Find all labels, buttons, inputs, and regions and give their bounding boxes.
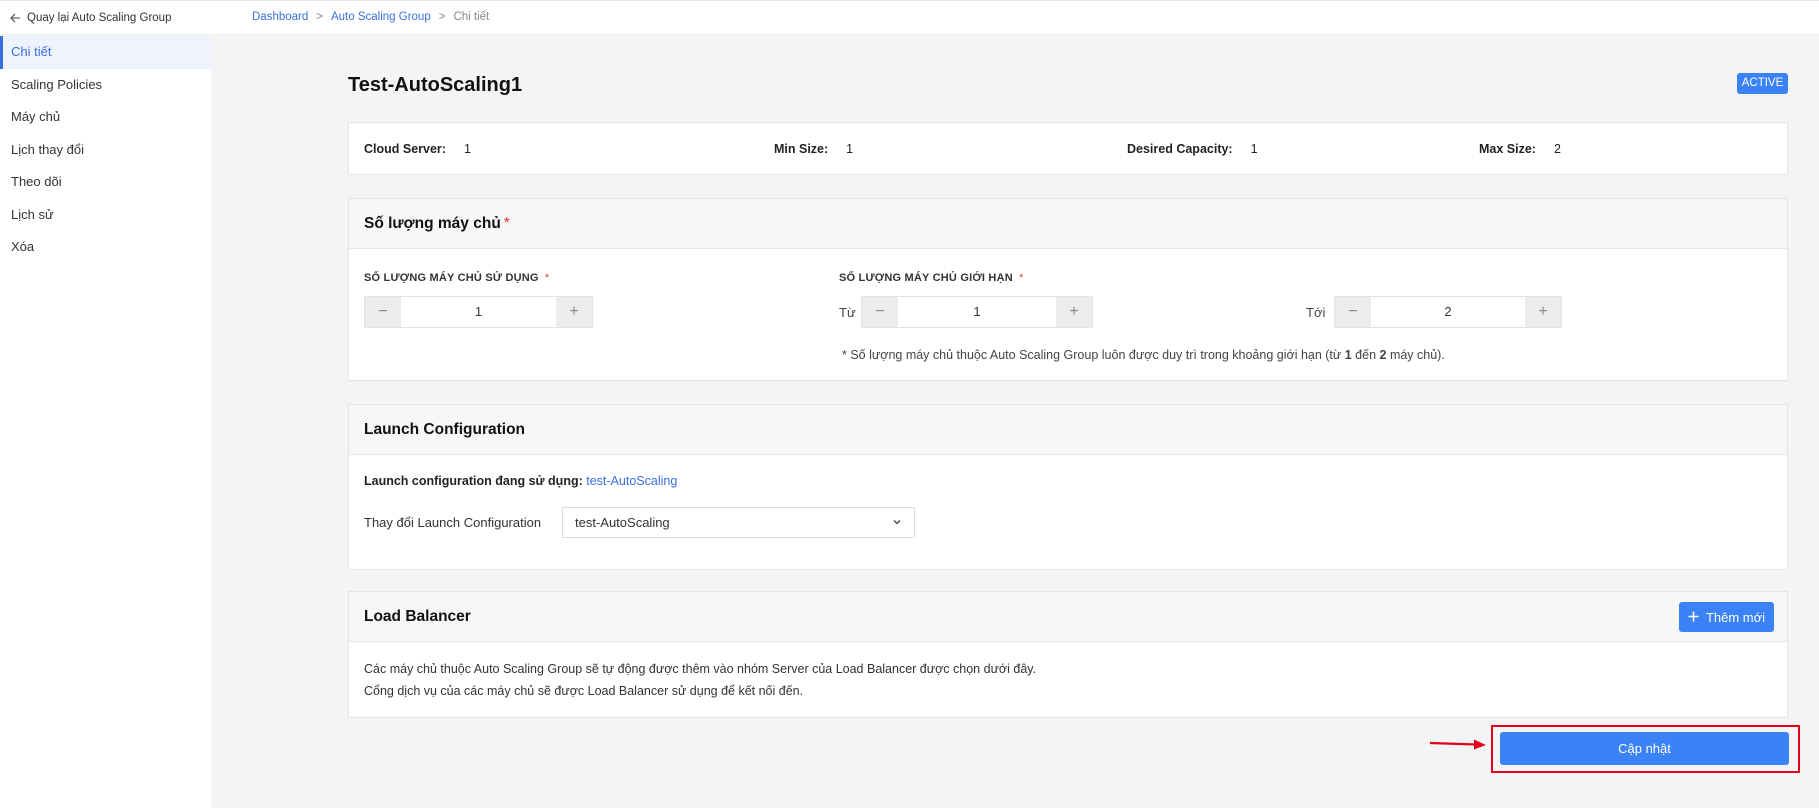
plus-icon: + — [1069, 303, 1079, 320]
plus-icon: + — [569, 303, 579, 320]
back-link[interactable]: Quay lại Auto Scaling Group — [10, 12, 171, 24]
card-title: Load Balancer — [364, 607, 471, 625]
sidebar: Chi tiết Scaling Policies Máy chủ Lịch t… — [0, 36, 211, 808]
sidebar-item-schedule[interactable]: Lịch thay đổi — [0, 134, 211, 167]
current-launch-config-link[interactable]: test-AutoScaling — [586, 474, 677, 488]
in-use-label: SỐ LƯỢNG MÁY CHỦ SỬ DỤNG * — [364, 272, 549, 284]
launch-config-selected: test-AutoScaling — [575, 515, 670, 530]
increment-button[interactable]: + — [1056, 297, 1092, 327]
launch-configuration-card: Launch Configuration Launch configuratio… — [348, 404, 1788, 570]
breadcrumb-current: Chi tiết — [453, 11, 490, 23]
decrement-button[interactable]: − — [862, 297, 898, 327]
stat-desired-capacity: Desired Capacity: 1 — [1127, 142, 1258, 156]
current-launch-config: Launch configuration đang sử dụng: test-… — [364, 474, 677, 488]
arrow-left-icon — [10, 13, 20, 23]
card-header: Số lượng máy chủ * — [349, 199, 1787, 249]
card-header: Launch Configuration — [349, 405, 1787, 455]
breadcrumb: Dashboard > Auto Scaling Group > Chi tiế… — [252, 11, 489, 23]
note-text: máy chủ). — [1386, 348, 1445, 362]
top-bar: Quay lại Auto Scaling Group Dashboard > … — [0, 0, 1819, 35]
from-label: Từ — [839, 305, 856, 320]
add-button-label: Thêm mới — [1705, 609, 1766, 625]
breadcrumb-separator: > — [438, 11, 446, 23]
stat-max-size: Max Size: 2 — [1479, 142, 1561, 156]
in-use-label-text: SỐ LƯỢNG MÁY CHỦ SỬ DỤNG — [364, 272, 539, 284]
card-title: Launch Configuration — [364, 420, 526, 438]
in-use-stepper: − 1 + — [364, 296, 593, 328]
breadcrumb-auto-scaling-group[interactable]: Auto Scaling Group — [331, 11, 431, 23]
launch-config-select[interactable]: test-AutoScaling — [562, 507, 915, 538]
decrement-button[interactable]: − — [1335, 297, 1371, 327]
red-arrow-icon — [1429, 739, 1486, 750]
increment-button[interactable]: + — [1525, 297, 1561, 327]
breadcrumb-separator: > — [316, 11, 323, 23]
to-value[interactable]: 2 — [1371, 297, 1525, 327]
from-stepper: − 1 + — [861, 296, 1093, 328]
required-mark: * — [503, 214, 510, 232]
summary-card: Cloud Server: 1 Min Size: 1 Desired Capa… — [348, 122, 1788, 175]
update-button[interactable]: Cập nhật — [1500, 732, 1789, 765]
sidebar-item-details[interactable]: Chi tiết — [0, 36, 211, 69]
minus-icon: − — [1348, 303, 1358, 320]
server-quantity-card: Số lượng máy chủ * SỐ LƯỢNG MÁY CHỦ SỬ D… — [348, 198, 1788, 381]
plus-icon — [1688, 610, 1699, 625]
stat-label: Min Size: — [774, 142, 829, 156]
sidebar-item-scaling-policies[interactable]: Scaling Policies — [0, 69, 211, 102]
add-load-balancer-button[interactable]: Thêm mới — [1679, 602, 1774, 632]
stat-label: Desired Capacity: — [1127, 142, 1233, 156]
limit-note: * Số lượng máy chủ thuộc Auto Scaling Gr… — [842, 348, 1445, 362]
note-min: 1 — [1344, 348, 1352, 362]
chevron-down-icon — [892, 508, 902, 547]
stat-cloud-server: Cloud Server: 1 — [364, 142, 471, 156]
breadcrumb-dashboard[interactable]: Dashboard — [252, 11, 308, 23]
load-balancer-card: Load Balancer Thêm mới Các máy chủ thuộc… — [348, 591, 1788, 718]
limit-label-text: SỐ LƯỢNG MÁY CHỦ GIỚI HẠN — [839, 272, 1013, 284]
stat-min-size: Min Size: 1 — [774, 142, 853, 156]
stat-label: Max Size: — [1479, 142, 1536, 156]
stat-label: Cloud Server: — [364, 142, 446, 156]
stat-value: 1 — [1250, 142, 1258, 156]
stat-value: 1 — [463, 142, 471, 156]
stat-value: 2 — [1553, 142, 1561, 156]
sidebar-item-monitoring[interactable]: Theo dõi — [0, 166, 211, 199]
status-badge: ACTIVE — [1737, 73, 1788, 94]
in-use-value[interactable]: 1 — [401, 297, 556, 327]
back-link-label: Quay lại Auto Scaling Group — [27, 12, 172, 24]
required-mark: * — [1019, 272, 1024, 284]
from-value[interactable]: 1 — [898, 297, 1056, 327]
required-mark: * — [544, 272, 550, 284]
card-title: Số lượng máy chủ — [364, 214, 501, 232]
to-label: Tới — [1306, 305, 1326, 320]
plus-icon: + — [1538, 303, 1548, 320]
note-text: * Số lượng máy chủ thuộc Auto Scaling Gr… — [842, 348, 1345, 362]
sidebar-item-delete[interactable]: Xóa — [0, 231, 211, 264]
note-text: đến — [1351, 348, 1380, 362]
card-header: Load Balancer Thêm mới — [349, 592, 1787, 642]
load-balancer-description-1: Các máy chủ thuộc Auto Scaling Group sẽ … — [364, 662, 1037, 676]
load-balancer-description-2: Cổng dịch vụ của các máy chủ sẽ được Loa… — [364, 684, 804, 698]
stat-value: 1 — [846, 142, 854, 156]
change-launch-config-label: Thay đổi Launch Configuration — [364, 515, 542, 530]
minus-icon: − — [875, 303, 885, 320]
sidebar-item-history[interactable]: Lịch sử — [0, 199, 211, 232]
to-stepper: − 2 + — [1334, 296, 1562, 328]
page-title: Test-AutoScaling1 — [348, 74, 523, 96]
limit-label: SỐ LƯỢNG MÁY CHỦ GIỚI HẠN * — [839, 272, 1024, 284]
sidebar-item-servers[interactable]: Máy chủ — [0, 101, 211, 134]
current-launch-config-label: Launch configuration đang sử dụng: — [364, 474, 583, 488]
minus-icon: − — [378, 303, 388, 320]
increment-button[interactable]: + — [556, 297, 592, 327]
decrement-button[interactable]: − — [365, 297, 401, 327]
